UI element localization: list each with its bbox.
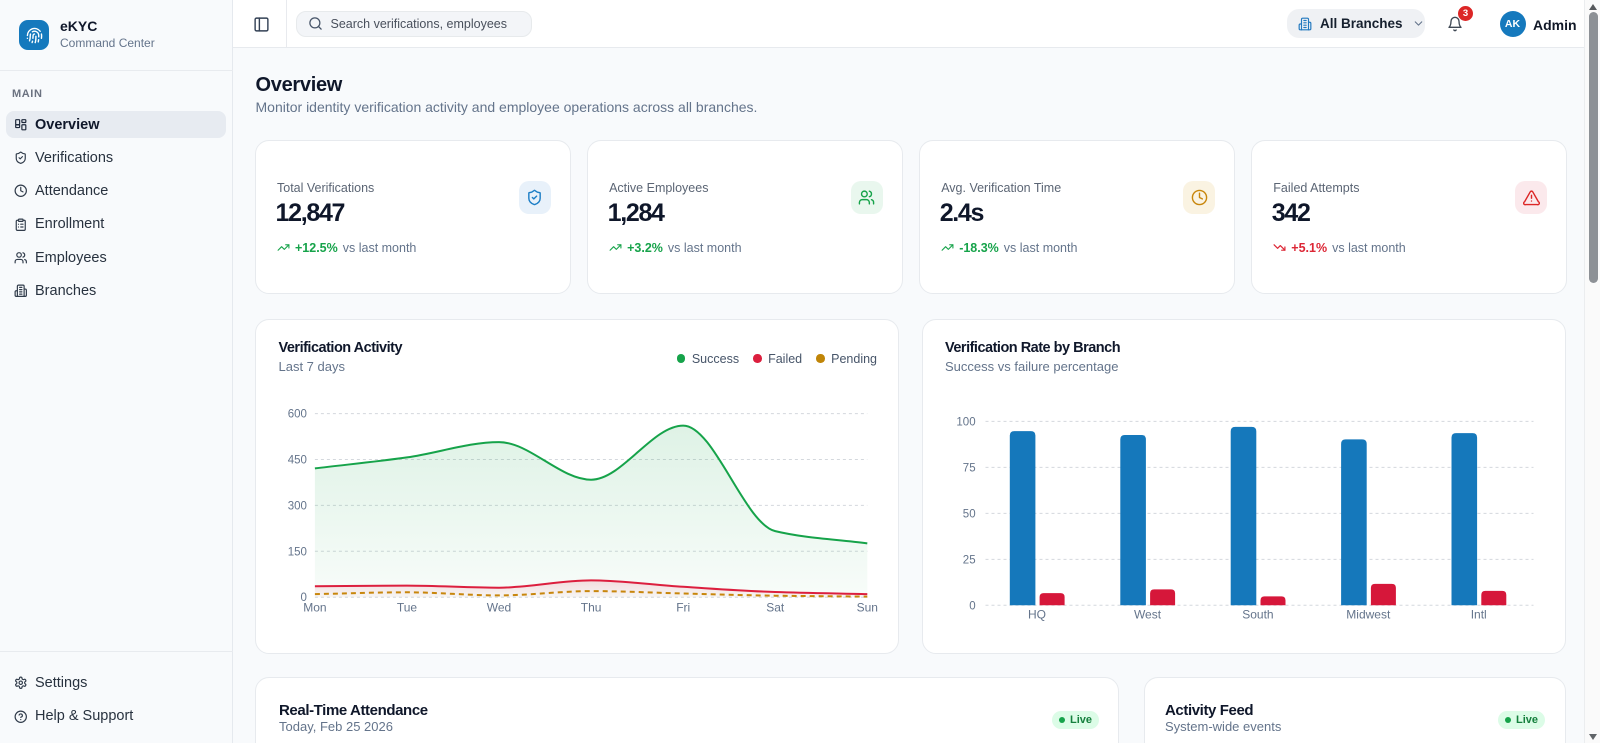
- svg-text:50: 50: [962, 508, 975, 520]
- svg-text:Sat: Sat: [766, 600, 785, 614]
- svg-text:25: 25: [962, 554, 975, 566]
- svg-text:West: West: [1133, 607, 1161, 621]
- svg-text:Mon: Mon: [303, 600, 326, 614]
- svg-text:0: 0: [969, 600, 975, 612]
- svg-text:Fri: Fri: [676, 600, 690, 614]
- svg-text:75: 75: [962, 462, 975, 474]
- svg-text:Sun: Sun: [857, 600, 878, 614]
- svg-text:300: 300: [288, 500, 307, 512]
- svg-text:100: 100: [956, 416, 975, 428]
- svg-text:450: 450: [288, 454, 307, 466]
- svg-text:Thu: Thu: [581, 600, 602, 614]
- svg-text:HQ: HQ: [1028, 607, 1046, 621]
- svg-text:Intl: Intl: [1470, 607, 1486, 621]
- svg-text:600: 600: [288, 408, 307, 420]
- svg-text:Midwest: Midwest: [1346, 607, 1391, 621]
- svg-text:South: South: [1242, 607, 1273, 621]
- svg-text:Wed: Wed: [487, 600, 511, 614]
- svg-text:Tue: Tue: [397, 600, 418, 614]
- svg-text:150: 150: [288, 546, 307, 558]
